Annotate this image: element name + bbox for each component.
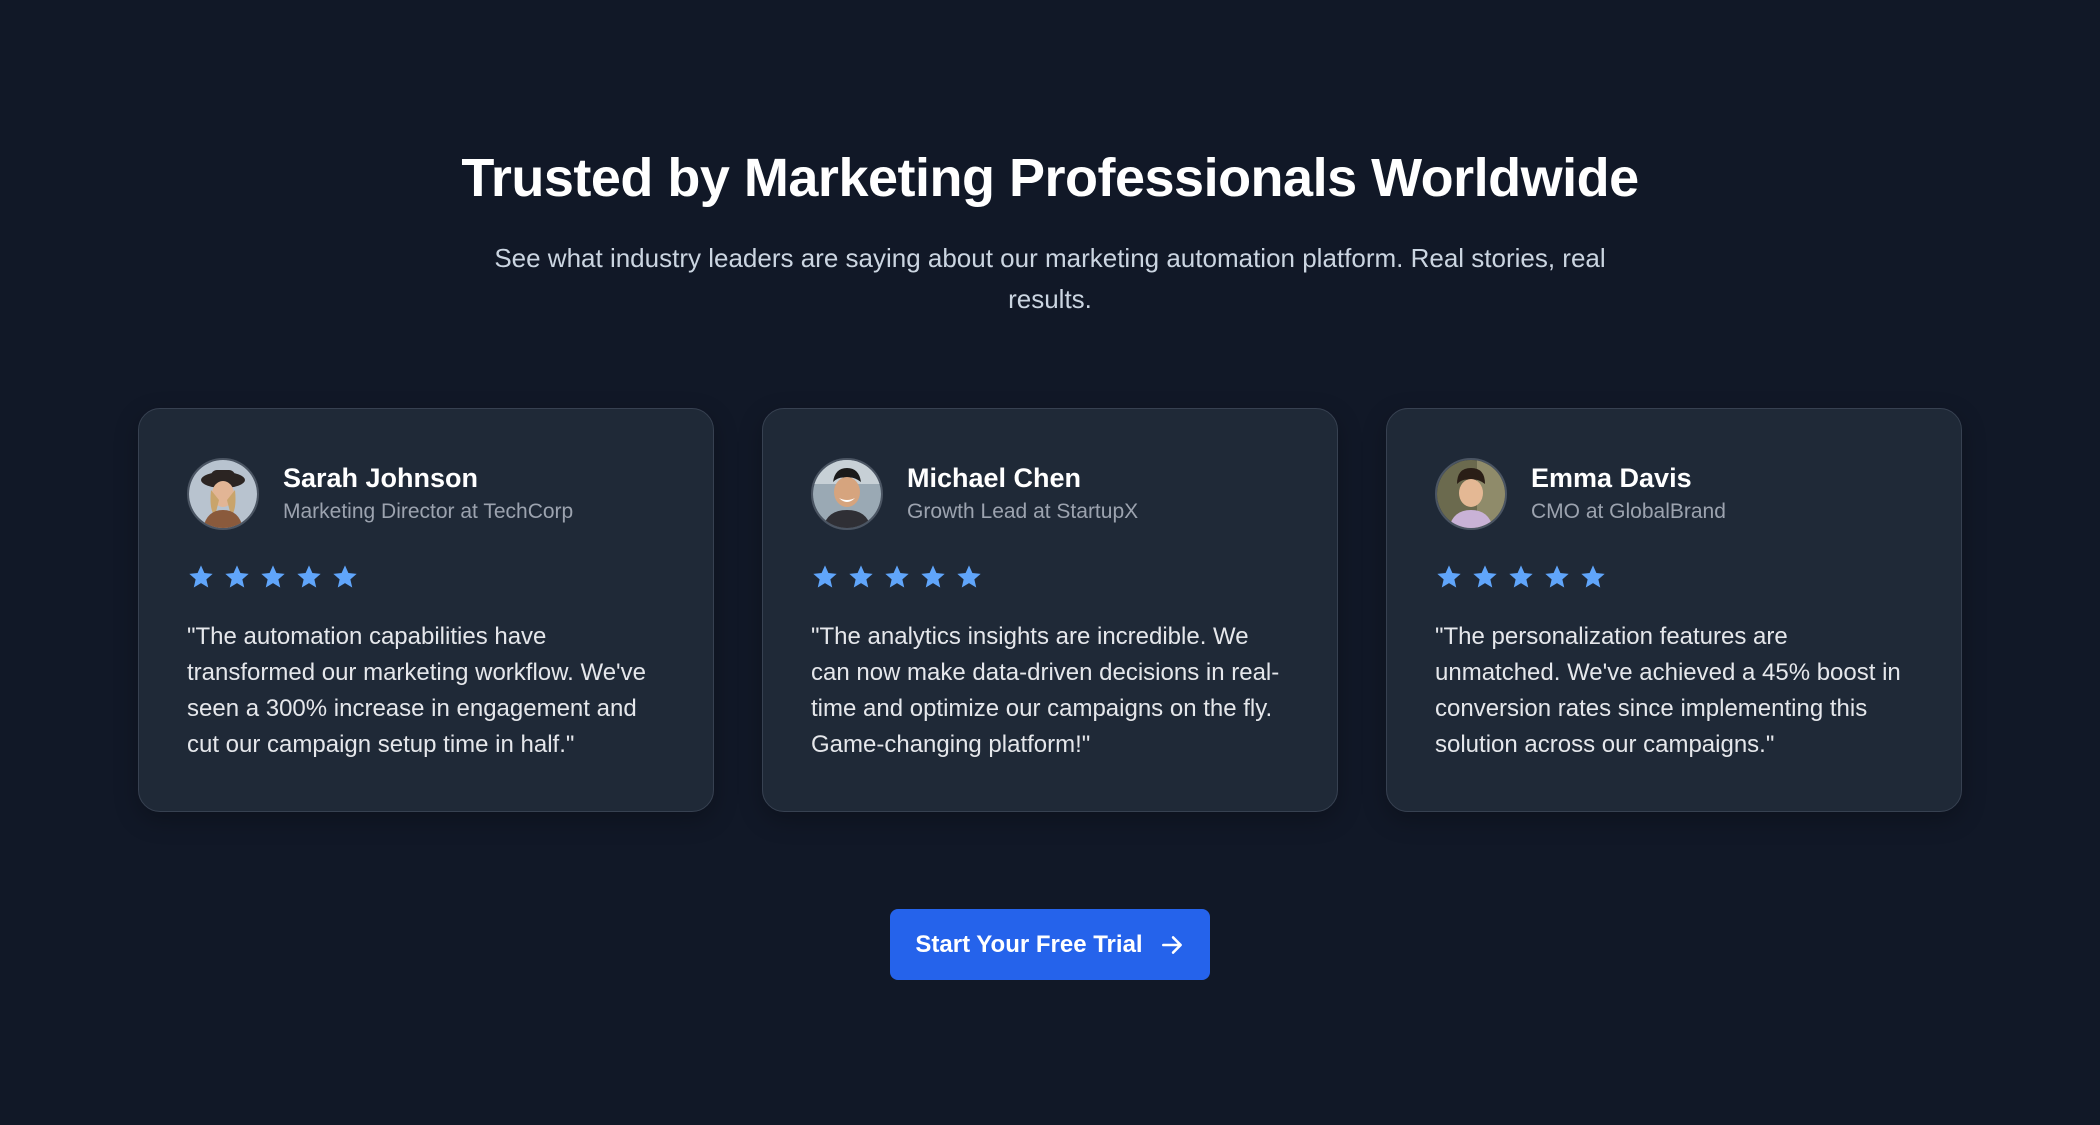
star-icon	[1473, 565, 1497, 588]
avatar-photo-icon	[1437, 460, 1505, 528]
avatar-photo-icon	[813, 460, 881, 528]
star-rating	[187, 563, 665, 593]
testimonial-card: Sarah Johnson Marketing Director at Tech…	[138, 408, 714, 812]
star-icon	[1437, 565, 1461, 588]
author-role: Growth Lead at StartupX	[907, 500, 1139, 523]
testimonial-quote: "The personalization features are unmatc…	[1435, 623, 1901, 758]
testimonial-quote: "The automation capabilities have transf…	[187, 623, 646, 758]
star-icon	[333, 565, 357, 588]
testimonials-section: Trusted by Marketing Professionals World…	[0, 0, 2100, 1125]
star-icon	[885, 565, 909, 588]
star-icon	[1509, 565, 1533, 588]
star-icon	[921, 565, 945, 588]
testimonial-author: Michael Chen Growth Lead at StartupX	[811, 457, 1289, 531]
avatar	[187, 458, 259, 530]
cta-label: Start Your Free Trial	[915, 930, 1143, 958]
star-rating	[1435, 563, 1913, 593]
author-name: Michael Chen	[907, 463, 1082, 493]
testimonial-author: Emma Davis CMO at GlobalBrand	[1435, 457, 1913, 531]
star-icon	[189, 565, 213, 588]
star-icon	[1545, 565, 1569, 588]
testimonial-card: Emma Davis CMO at GlobalBrand "The perso…	[1386, 408, 1962, 812]
star-icon	[849, 565, 873, 588]
author-name: Emma Davis	[1531, 463, 1692, 493]
author-role: CMO at GlobalBrand	[1531, 500, 1726, 523]
author-name: Sarah Johnson	[283, 463, 479, 493]
author-role: Marketing Director at TechCorp	[283, 500, 574, 523]
section-title: Trusted by Marketing Professionals World…	[461, 148, 1639, 208]
testimonial-card: Michael Chen Growth Lead at StartupX "Th…	[762, 408, 1338, 812]
avatar	[1435, 458, 1507, 530]
testimonial-author: Sarah Johnson Marketing Director at Tech…	[187, 457, 665, 531]
section-header: Trusted by Marketing Professionals World…	[0, 138, 2100, 320]
star-icon	[813, 565, 837, 588]
start-free-trial-button[interactable]: Start Your Free Trial	[890, 909, 1210, 980]
avatar-photo-icon	[189, 460, 257, 528]
avatar	[811, 458, 883, 530]
star-icon	[261, 565, 285, 588]
cta-container: Start Your Free Trial	[0, 909, 2100, 980]
star-icon	[957, 565, 981, 588]
testimonial-cards: Sarah Johnson Marketing Director at Tech…	[138, 408, 1962, 812]
star-icon	[297, 565, 321, 588]
testimonial-quote: "The analytics insights are incredible. …	[811, 623, 1280, 758]
section-subtitle: See what industry leaders are saying abo…	[494, 243, 1606, 314]
star-icon	[1581, 565, 1605, 588]
star-icon	[225, 565, 249, 588]
arrow-right-icon	[1161, 935, 1182, 954]
star-rating	[811, 563, 1289, 593]
